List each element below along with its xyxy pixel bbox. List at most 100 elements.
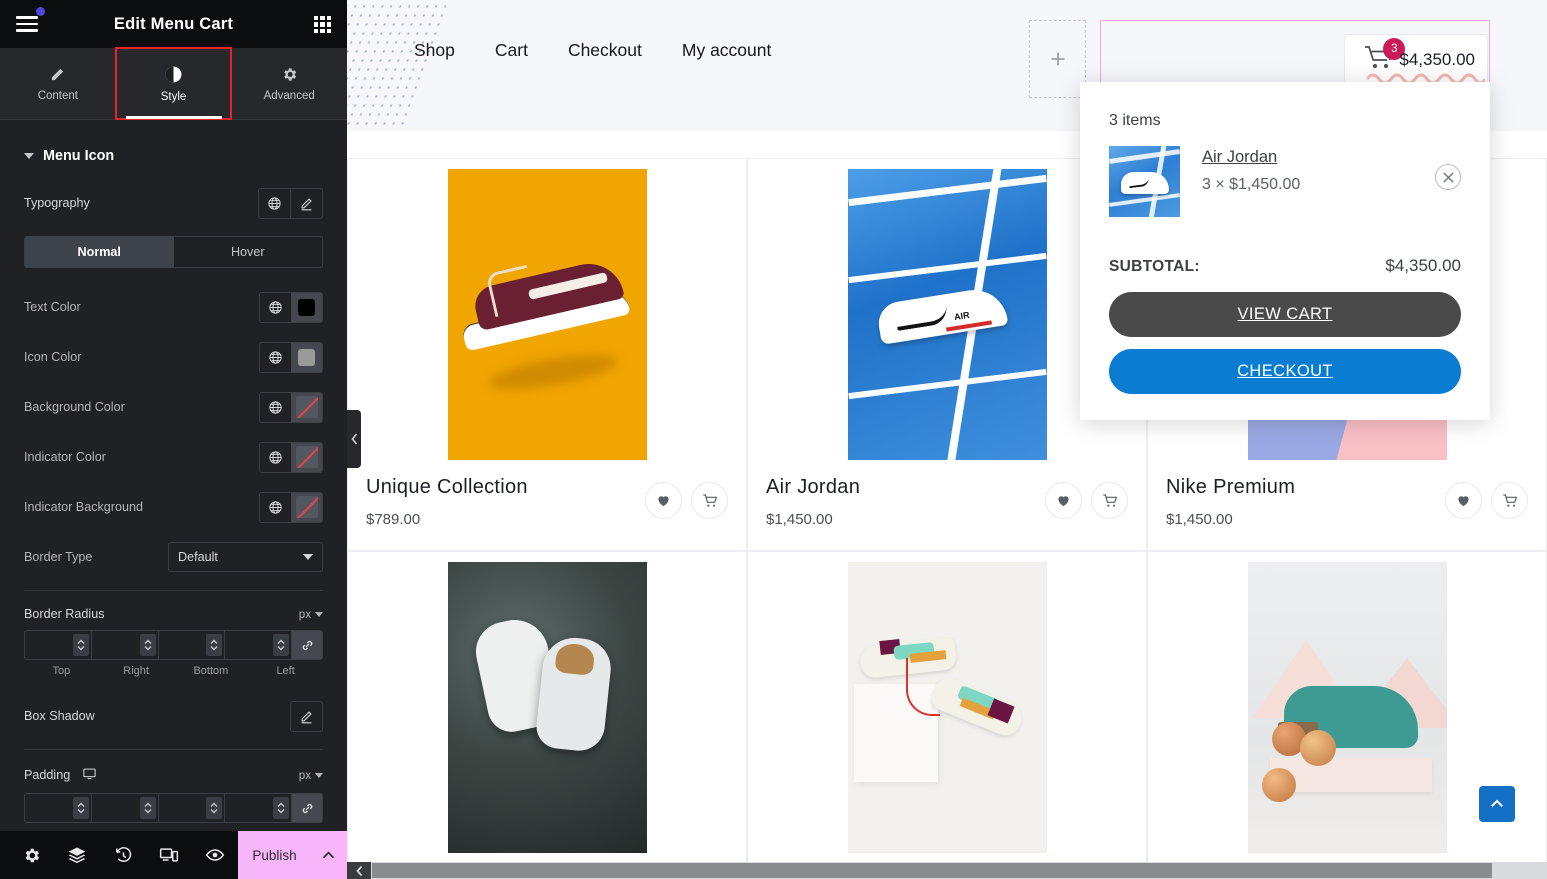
globe-icon[interactable] — [260, 393, 291, 422]
background-color-buttons — [259, 391, 323, 423]
product-image-row2-2[interactable] — [847, 562, 1047, 853]
panel-collapse-handle[interactable] — [347, 410, 361, 468]
nav-link-shop[interactable]: Shop — [394, 40, 475, 61]
globe-icon[interactable] — [260, 443, 291, 472]
product-image-row2-1[interactable] — [447, 562, 647, 853]
link-icon[interactable] — [292, 631, 322, 659]
link-icon[interactable] — [292, 794, 322, 822]
control-icon-color: Icon Color — [24, 340, 323, 374]
border-radius-bottom-input[interactable] — [159, 631, 226, 659]
globe-icon[interactable] — [260, 343, 291, 372]
product-title[interactable]: Unique Collection — [366, 476, 528, 499]
state-switcher: Normal Hover — [24, 236, 323, 268]
padding-unit-select[interactable]: px — [299, 769, 323, 782]
hamburger-icon[interactable] — [16, 7, 45, 32]
swatch-empty — [295, 496, 318, 518]
add-section-button[interactable] — [1029, 20, 1086, 98]
footer-icon-group — [0, 831, 238, 879]
product-card[interactable] — [1147, 551, 1547, 879]
background-color-swatch[interactable] — [291, 392, 322, 422]
pencil-icon — [49, 66, 66, 83]
border-radius-unit-select[interactable]: px — [299, 608, 323, 621]
control-indicator-color: Indicator Color — [24, 440, 323, 474]
product-image-unique-collection[interactable] — [447, 169, 647, 460]
gear-icon[interactable] — [8, 831, 54, 879]
tab-content[interactable]: Content — [0, 48, 116, 119]
section-menu-icon[interactable]: Menu Icon — [24, 120, 323, 186]
eye-icon[interactable] — [192, 831, 238, 879]
product-card[interactable]: Unique Collection $789.00 — [347, 158, 747, 551]
history-icon[interactable] — [100, 831, 146, 879]
nav-link-cart[interactable]: Cart — [475, 40, 548, 61]
layers-icon[interactable] — [54, 831, 100, 879]
cart-item-thumbnail[interactable] — [1109, 146, 1180, 217]
stepper-icon[interactable] — [139, 634, 156, 656]
heart-icon[interactable] — [645, 482, 682, 519]
padding-bottom-input[interactable] — [159, 794, 226, 822]
indicator-color-buttons — [259, 441, 323, 473]
pencil-edit-icon[interactable] — [291, 702, 322, 731]
stepper-icon[interactable] — [273, 797, 289, 819]
desktop-icon[interactable] — [82, 766, 97, 784]
site-preview: Shop Cart Checkout My account 3 $4,350.0… — [347, 0, 1547, 879]
close-circle-icon[interactable] — [1435, 164, 1461, 190]
product-text-block: Nike Premium $1,450.00 — [1166, 476, 1295, 528]
padding-left-input[interactable] — [225, 794, 292, 822]
editor-root: Edit Menu Cart Content Style Advanced Me… — [0, 0, 1547, 879]
padding-top-input[interactable] — [25, 794, 92, 822]
nav-link-my-account[interactable]: My account — [662, 40, 791, 61]
product-image-air-jordan[interactable]: AIR — [847, 169, 1047, 460]
control-padding: Padding px — [24, 766, 323, 784]
scrollbar-thumb[interactable] — [372, 863, 1492, 878]
stepper-icon[interactable] — [72, 634, 89, 656]
product-title[interactable]: Air Jordan — [766, 476, 860, 499]
heart-icon[interactable] — [1445, 482, 1482, 519]
border-radius-right-input[interactable] — [92, 631, 159, 659]
tab-advanced[interactable]: Advanced — [231, 48, 347, 119]
heart-icon[interactable] — [1045, 482, 1082, 519]
tab-style[interactable]: Style — [114, 47, 233, 120]
stepper-icon[interactable] — [206, 797, 223, 819]
apps-grid-icon[interactable] — [314, 16, 331, 33]
stepper-icon[interactable] — [139, 797, 156, 819]
swatch-preview — [298, 298, 315, 316]
stepper-icon[interactable] — [72, 797, 89, 819]
publish-button[interactable]: Publish — [238, 831, 311, 879]
divider — [24, 590, 323, 591]
border-type-select[interactable]: Default — [168, 542, 323, 572]
state-normal[interactable]: Normal — [25, 237, 174, 267]
scroll-to-top-button[interactable] — [1479, 786, 1515, 822]
publish-options-button[interactable] — [310, 831, 347, 879]
nav-link-checkout[interactable]: Checkout — [548, 40, 662, 61]
view-cart-button[interactable]: VIEW CART — [1109, 292, 1461, 337]
stepper-icon[interactable] — [273, 634, 289, 656]
control-typography: Typography — [24, 186, 323, 220]
border-radius-top-input[interactable] — [25, 631, 92, 659]
stepper-icon[interactable] — [206, 634, 223, 656]
cart-add-icon[interactable] — [691, 482, 728, 519]
padding-right-input[interactable] — [92, 794, 159, 822]
globe-icon[interactable] — [260, 293, 291, 322]
cart-add-icon[interactable] — [1491, 482, 1528, 519]
globe-icon[interactable] — [260, 493, 291, 522]
globe-icon[interactable] — [259, 189, 290, 218]
product-title[interactable]: Nike Premium — [1166, 476, 1295, 499]
cart-toggle-button[interactable]: 3 $4,350.00 — [1344, 34, 1488, 86]
horizontal-scrollbar[interactable] — [347, 862, 1547, 879]
cart-add-icon[interactable] — [1091, 482, 1128, 519]
product-card[interactable] — [347, 551, 747, 879]
indicator-color-swatch[interactable] — [291, 442, 322, 472]
responsive-icon[interactable] — [146, 831, 192, 879]
pencil-edit-icon[interactable] — [291, 189, 322, 218]
indicator-background-swatch[interactable] — [291, 492, 322, 522]
tab-style-label: Style — [160, 90, 187, 103]
chevron-left-icon[interactable] — [347, 862, 371, 879]
checkout-button[interactable]: CHECKOUT — [1109, 349, 1461, 394]
icon-color-swatch[interactable] — [291, 342, 322, 372]
product-card[interactable] — [747, 551, 1147, 879]
cart-item-name-link[interactable]: Air Jordan — [1202, 148, 1277, 167]
border-radius-left-input[interactable] — [225, 631, 292, 659]
text-color-swatch[interactable] — [291, 292, 322, 322]
state-hover[interactable]: Hover — [174, 237, 323, 267]
product-image-row2-3[interactable] — [1247, 562, 1447, 853]
